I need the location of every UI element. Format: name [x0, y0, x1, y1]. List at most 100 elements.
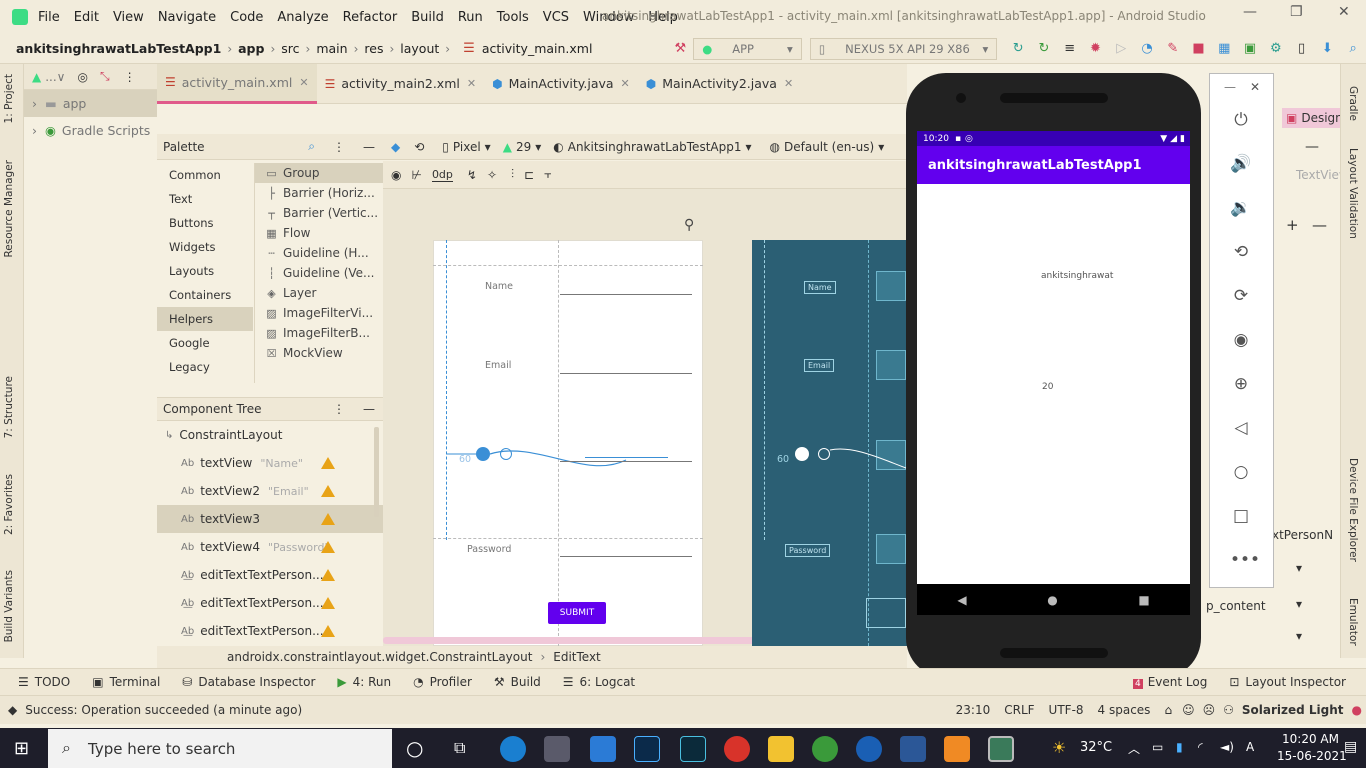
- scrollbar[interactable]: [374, 427, 379, 517]
- favorites-tab[interactable]: 2: Favorites: [3, 474, 15, 535]
- warning-icon[interactable]: [321, 597, 335, 609]
- close-tab-icon[interactable]: ✕: [784, 77, 793, 90]
- run-icon[interactable]: ▷: [1113, 41, 1129, 57]
- clock-date[interactable]: 15-06-2021: [1277, 749, 1347, 763]
- build-tab[interactable]: ⚒ Build: [494, 675, 541, 689]
- close-tab-icon[interactable]: ✕: [467, 77, 476, 90]
- sync-gradle-icon[interactable]: ⚙: [1268, 41, 1284, 57]
- weather-icon[interactable]: ☀: [1052, 738, 1066, 757]
- taskbar-search[interactable]: Type here to search: [48, 729, 392, 768]
- bp-password-label[interactable]: Password: [785, 544, 831, 557]
- tab-activity-main-xml[interactable]: ☰ activity_main.xml ✕: [157, 63, 317, 104]
- bp-edittext[interactable]: [876, 350, 906, 380]
- warning-icon[interactable]: [321, 485, 335, 497]
- warning-icon[interactable]: [321, 457, 335, 469]
- breadcrumb-project[interactable]: ankitsinghrawatLabTestApp1: [16, 41, 221, 56]
- caret-position[interactable]: 23:10: [956, 703, 991, 717]
- minimize-icon[interactable]: —: [1243, 4, 1257, 20]
- project-tab[interactable]: 1: Project: [3, 74, 15, 123]
- recents-icon[interactable]: ■: [1138, 593, 1149, 607]
- structure-tab[interactable]: 7: Structure: [3, 376, 15, 438]
- guidelines-icon[interactable]: ⫟: [544, 167, 551, 182]
- word-icon[interactable]: [900, 736, 926, 762]
- pack-icon[interactable]: ⫶: [511, 167, 514, 182]
- close-tab-icon[interactable]: ✕: [621, 77, 630, 90]
- password-input[interactable]: [560, 556, 692, 557]
- terminal-tab[interactable]: ▣ Terminal: [92, 675, 160, 689]
- infer-constraints-icon[interactable]: ✧: [487, 168, 497, 182]
- emulator-screen[interactable]: [917, 131, 1190, 615]
- inspector-icon[interactable]: ⚇: [1223, 703, 1234, 717]
- more-options-icon[interactable]: ⋮: [333, 140, 345, 154]
- device-file-explorer-tab[interactable]: Device File Explorer: [1347, 458, 1359, 562]
- tree-item-textview2[interactable]: Ab textView2 "Email": [157, 477, 383, 505]
- menu-refactor[interactable]: Refactor: [343, 10, 398, 25]
- vlc-icon[interactable]: [944, 736, 970, 762]
- name-label[interactable]: Name: [485, 281, 513, 292]
- theme-dropdown[interactable]: AnkitsinghrawatLabTestApp1: [568, 140, 742, 154]
- avd-manager-icon[interactable]: ▯: [1294, 41, 1310, 57]
- bp-edittext[interactable]: [876, 271, 906, 301]
- minimize-panel-icon[interactable]: —: [1305, 139, 1319, 155]
- todo-tab[interactable]: ☰ TODO: [18, 675, 70, 689]
- run-tab[interactable]: ▶ 4: Run: [337, 675, 391, 689]
- volume-up-icon[interactable]: 🔊: [1230, 153, 1252, 175]
- more-options-icon[interactable]: ⋮: [124, 70, 136, 84]
- palette-cat-text[interactable]: Text: [157, 187, 253, 211]
- palette-cat-google[interactable]: Google: [157, 331, 253, 355]
- device-dropdown[interactable]: Pixel: [453, 140, 481, 154]
- tree-item-edittext[interactable]: A͟b editTextTextPerson...: [157, 561, 383, 589]
- volume-down-icon[interactable]: 🔉: [1230, 197, 1252, 219]
- smile-icon[interactable]: ☺: [1182, 703, 1195, 717]
- tree-item-gradle[interactable]: › ◉ Gradle Scripts: [24, 117, 157, 144]
- tree-item-app[interactable]: › ▬ app: [24, 90, 157, 117]
- logcat-tab[interactable]: ☰ 6: Logcat: [563, 675, 635, 689]
- breadcrumb-app[interactable]: app: [238, 41, 264, 56]
- notifications-icon[interactable]: ▤: [1344, 739, 1357, 755]
- lock-icon[interactable]: ⌂: [1164, 703, 1172, 717]
- close-tab-icon[interactable]: ✕: [299, 76, 308, 89]
- palette-item[interactable]: ├ Barrier (Horiz...: [255, 183, 383, 203]
- build-variants-tab[interactable]: Build Variants: [3, 570, 15, 642]
- palette-cat-buttons[interactable]: Buttons: [157, 211, 253, 235]
- edge-icon[interactable]: [500, 736, 526, 762]
- more-options-icon[interactable]: •••: [1230, 549, 1260, 571]
- tray-chevron-icon[interactable]: ︿: [1128, 740, 1140, 757]
- breadcrumb-layout[interactable]: layout: [400, 41, 439, 56]
- breadcrumb-main[interactable]: main: [316, 41, 347, 56]
- close-icon[interactable]: ✕: [1338, 4, 1350, 20]
- palette-item[interactable]: ┄ Guideline (H...: [255, 243, 383, 263]
- menu-file[interactable]: File: [38, 10, 60, 25]
- emulator-tab[interactable]: Emulator: [1347, 598, 1359, 646]
- palette-cat-legacy[interactable]: Legacy: [157, 355, 253, 379]
- tab-mainactivity2-java[interactable]: ⬢ MainActivity2.java ✕: [638, 64, 801, 104]
- rotate-right-icon[interactable]: ⟳: [1230, 285, 1252, 307]
- palette-item[interactable]: ☒ MockView: [255, 343, 383, 363]
- tab-mainactivity-java[interactable]: ⬢ MainActivity.java ✕: [484, 64, 638, 104]
- device-dropdown[interactable]: ▯ NEXUS 5X API 29 X86 ▾: [809, 37, 998, 60]
- close-icon[interactable]: ✕: [1250, 80, 1260, 94]
- tab-activity-main2-xml[interactable]: ☰ activity_main2.xml ✕: [317, 64, 485, 104]
- search-icon[interactable]: ⌕: [308, 139, 315, 154]
- default-margin[interactable]: 0dp: [431, 168, 453, 182]
- orientation-icon[interactable]: ⟲: [414, 140, 424, 154]
- collapse-icon[interactable]: ⤡: [100, 69, 110, 84]
- bp-email-label[interactable]: Email: [804, 359, 835, 372]
- view-dropdown[interactable]: ...∨: [45, 70, 65, 84]
- store-icon[interactable]: [544, 736, 570, 762]
- design-mode-button[interactable]: ▣ Design: [1282, 108, 1343, 128]
- name-input[interactable]: [560, 294, 692, 295]
- warning-icon[interactable]: [321, 513, 335, 525]
- device-icon[interactable]: ▮: [1176, 740, 1183, 754]
- theme-name[interactable]: Solarized Light: [1242, 703, 1344, 717]
- tree-item-textview3[interactable]: Ab textView3: [157, 505, 383, 533]
- submit-button[interactable]: SUBMIT: [548, 602, 606, 624]
- wifi-icon[interactable]: ◜: [1198, 740, 1203, 754]
- debug-icon[interactable]: ✹: [1088, 41, 1104, 57]
- volume-icon[interactable]: ◄): [1220, 740, 1234, 754]
- terminal-icon[interactable]: ▣: [1242, 41, 1258, 57]
- file-encoding[interactable]: UTF-8: [1049, 703, 1084, 717]
- gradle-tab[interactable]: Gradle: [1347, 86, 1359, 121]
- target-icon[interactable]: ◎: [77, 70, 87, 84]
- menu-vcs[interactable]: VCS: [543, 10, 569, 25]
